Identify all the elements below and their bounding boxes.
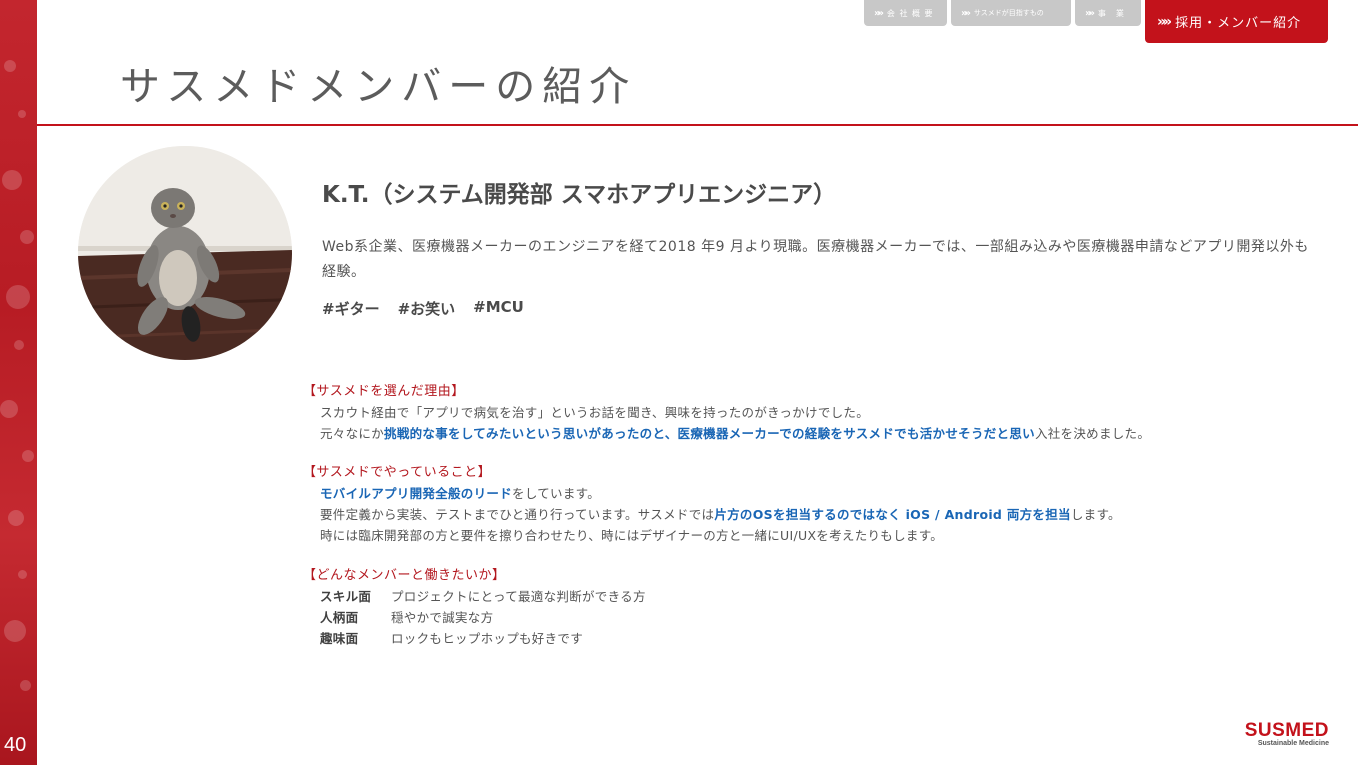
nav-tab-business[interactable]: »» 事 業 [1075, 0, 1141, 26]
section-ideal-member: 【どんなメンバーと働きたいか】 スキル面 プロジェクトにとって最適な判断ができる方… [303, 566, 1323, 649]
member-name: K.T.（システム開発部 スマホアプリエンジニア） [322, 182, 837, 208]
chevron-right-icon: »» [1085, 7, 1095, 19]
page-title: サスメドメンバーの紹介 [120, 64, 637, 110]
brand-logo: SUSMED Sustainable Medicine [1245, 720, 1329, 747]
page-number: 40 [4, 734, 27, 756]
nav-tab-company-overview[interactable]: »» 会 社 概 要 [864, 0, 947, 26]
cat-photo [78, 146, 292, 360]
trait-value: 穏やかで誠実な方 [391, 610, 494, 625]
chevron-right-icon: »» [1157, 13, 1172, 30]
tag: #MCU [473, 298, 524, 316]
highlight-text: 片方のOSを担当するのではなく iOS / Android 両方を担当 [714, 507, 1071, 522]
member-tags: #ギター #お笑い #MCU [322, 298, 524, 319]
trait-value: プロジェクトにとって最適な判断ができる方 [391, 589, 646, 604]
chevron-right-icon: »» [874, 7, 884, 19]
brand-tagline: Sustainable Medicine [1257, 740, 1329, 747]
text-segment: 元々なにか [320, 426, 385, 441]
trait-value: ロックもヒップホップも好きです [391, 631, 584, 646]
trait-key: スキル面 [320, 589, 372, 604]
member-avatar [78, 146, 292, 360]
section-text: 元々なにか挑戦的な事をしてみたいという思いがあったのと、医療機器メーカーでの経験… [303, 423, 1323, 444]
tag: #ギター [322, 300, 380, 318]
nav-tab-label: 事 業 [1097, 8, 1125, 18]
section-heading: 【どんなメンバーと働きたいか】 [303, 568, 506, 583]
nav-tab-label: 会 社 概 要 [886, 8, 934, 18]
section-heading: 【サスメドでやっていること】 [303, 465, 492, 480]
text-segment: 入社を決めました。 [1034, 426, 1151, 441]
tag: #お笑い [397, 300, 456, 318]
nav-tab-label: 採用・メンバー紹介 [1175, 16, 1302, 31]
text-segment: をしています。 [512, 486, 600, 501]
section-text: スカウト経由で「アプリで病気を治す」というお話を聞き、興味を持ったのがきっかけで… [320, 405, 870, 420]
text-segment: 要件定義から実装、テストまでひと通り行っています。サスメドでは [320, 507, 715, 522]
nav-tab-label: サスメドが目指すもの [973, 9, 1044, 17]
section-work: 【サスメドでやっていること】 モバイルアプリ開発全般のリードをしています。 要件… [303, 463, 1323, 546]
trait-row: スキル面 プロジェクトにとって最適な判断ができる方 [303, 586, 1323, 607]
trait-key: 人柄面 [320, 610, 359, 625]
section-text: 要件定義から実装、テストまでひと通り行っています。サスメドでは片方のOSを担当す… [303, 504, 1323, 525]
trait-row: 趣味面 ロックもヒップホップも好きです [303, 628, 1323, 649]
title-divider [37, 124, 1358, 126]
brand-name: SUSMED [1244, 720, 1329, 741]
section-nav: »» 会 社 概 要 »» サスメドが目指すもの »» 事 業 »» 採用・メン… [864, 0, 1328, 44]
chevron-right-icon: »» [961, 7, 971, 19]
side-decoration-band [0, 0, 37, 765]
section-heading: 【サスメドを選んだ理由】 [303, 384, 465, 399]
section-text: モバイルアプリ開発全般のリードをしています。 [303, 483, 1323, 504]
highlight-text: 挑戦的な事をしてみたいという思いがあったのと、医療機器メーカーでの経験をサスメド… [384, 426, 1035, 441]
nav-tab-vision[interactable]: »» サスメドが目指すもの [951, 0, 1071, 26]
highlight-text: モバイルアプリ開発全般のリード [320, 486, 513, 501]
trait-row: 人柄面 穏やかで誠実な方 [303, 607, 1323, 628]
nav-tab-recruiting[interactable]: »» 採用・メンバー紹介 [1145, 0, 1328, 43]
text-segment: します。 [1070, 507, 1121, 522]
trait-key: 趣味面 [320, 631, 359, 646]
member-bio: Web系企業、医療機器メーカーのエンジニアを経て2018 年9 月より現職。医療… [322, 239, 1309, 280]
section-reason: 【サスメドを選んだ理由】 スカウト経由で「アプリで病気を治す」というお話を聞き、… [303, 382, 1323, 444]
section-text: 時には臨床開発部の方と要件を擦り合わせたり、時にはデザイナーの方と一緒にUI/U… [320, 528, 944, 543]
